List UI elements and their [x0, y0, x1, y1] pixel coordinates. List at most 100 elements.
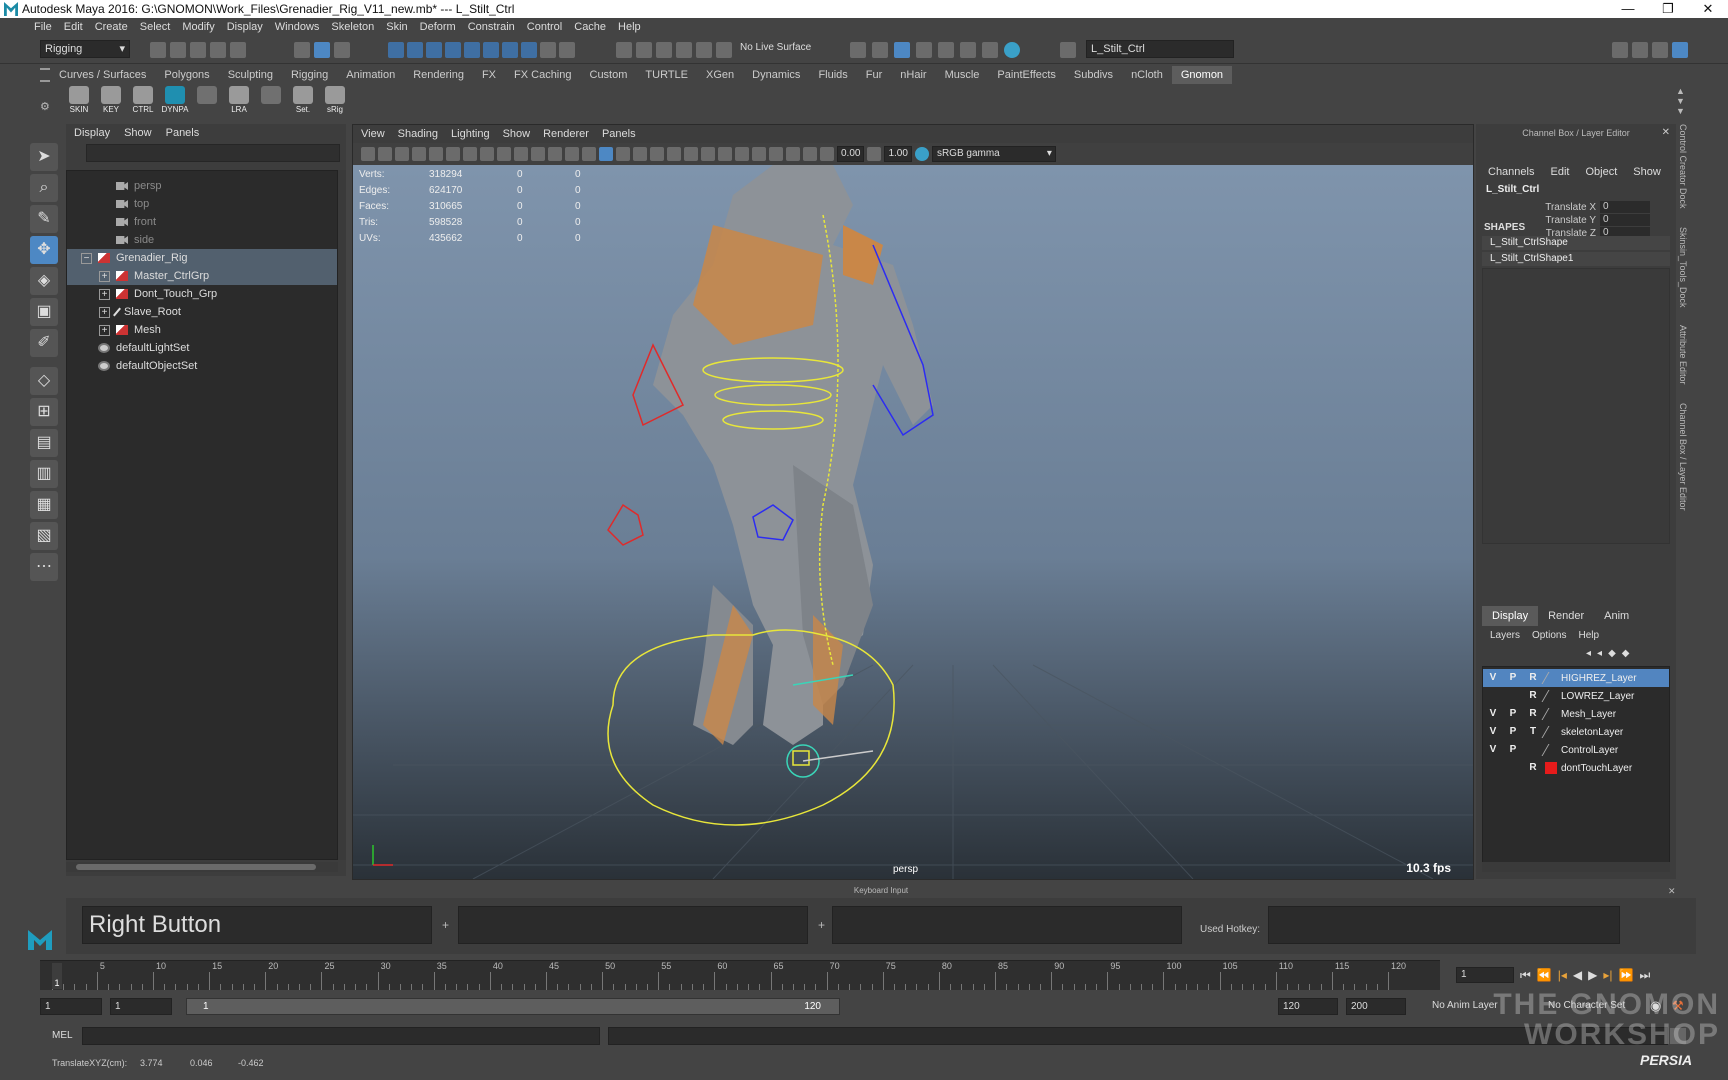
xray-active-icon[interactable] — [803, 147, 817, 161]
show-manipulator-icon[interactable]: ◇ — [30, 367, 58, 395]
outliner-item[interactable]: front — [67, 213, 337, 231]
paint-select-tool-icon[interactable]: ✎ — [30, 205, 58, 233]
outliner-item[interactable]: side — [67, 231, 337, 249]
display-type-toggle[interactable]: R — [1523, 688, 1543, 704]
shelf-button[interactable]: CTRL — [130, 86, 156, 116]
bookmark-icon[interactable] — [395, 147, 409, 161]
visibility-toggle[interactable] — [1483, 688, 1503, 704]
select-tool-icon[interactable]: ➤ — [30, 143, 58, 171]
shelf-tab-fx-caching[interactable]: FX Caching — [505, 66, 580, 84]
layer-color-swatch[interactable] — [1541, 690, 1561, 702]
shelf-button[interactable]: sRig — [322, 86, 348, 116]
go-to-start-icon[interactable]: ⏮ — [1520, 968, 1531, 983]
shelf-tab-sculpting[interactable]: Sculpting — [219, 66, 282, 84]
playback-toggle[interactable]: P — [1503, 706, 1523, 722]
render-settings-icon[interactable] — [938, 42, 954, 58]
viewport-menu-show[interactable]: Show — [503, 128, 531, 140]
dock-tab[interactable]: Skinsin_Tools_Dock — [1678, 227, 1688, 308]
attribute-value[interactable]: 0 — [1600, 214, 1650, 226]
shelf-tab-gnomon[interactable]: Gnomon — [1171, 66, 1233, 84]
input-line-icon[interactable] — [1060, 42, 1076, 58]
highlight-icon[interactable] — [559, 42, 575, 58]
playback-start-field[interactable]: 1 — [110, 998, 172, 1015]
save-scene-icon[interactable] — [190, 42, 206, 58]
motion-blur-icon[interactable] — [735, 147, 749, 161]
menu-modify[interactable]: Modify — [182, 21, 214, 33]
menu-display[interactable]: Display — [227, 21, 263, 33]
shelf-tab-turtle[interactable]: TURTLE — [636, 66, 697, 84]
outliner-item[interactable]: top — [67, 195, 337, 213]
layer-tab-render[interactable]: Render — [1538, 606, 1594, 626]
view-transform-dropdown[interactable]: sRGB gamma ▾ — [931, 146, 1056, 162]
display-type-toggle[interactable]: R — [1523, 670, 1543, 686]
exposure-icon[interactable] — [820, 147, 834, 161]
snap-point-icon[interactable] — [656, 42, 672, 58]
layer-tab-display[interactable]: Display — [1482, 606, 1539, 626]
channel-menu-object[interactable]: Object — [1585, 166, 1617, 178]
outliner-menu-show[interactable]: Show — [124, 127, 152, 139]
shelf-menu-icon[interactable] — [40, 68, 50, 82]
undo-icon[interactable] — [210, 42, 226, 58]
display-type-toggle[interactable]: T — [1523, 724, 1543, 740]
live-surface-icon[interactable] — [716, 42, 732, 58]
construction-history-icon[interactable] — [850, 42, 866, 58]
mel-input[interactable] — [82, 1027, 600, 1045]
wireframe-icon[interactable] — [582, 147, 596, 161]
hypershade-icon[interactable] — [960, 42, 976, 58]
expand-icon[interactable]: + — [99, 270, 110, 282]
layer-row[interactable]: V P TskeletonLayer — [1483, 723, 1669, 741]
mask-curve-icon[interactable] — [426, 42, 442, 58]
open-scene-icon[interactable] — [170, 42, 186, 58]
menu-skeleton[interactable]: Skeleton — [331, 21, 374, 33]
outliner-item[interactable]: defaultLightSet — [67, 339, 337, 357]
gamma-field[interactable]: 1.00 — [884, 146, 912, 162]
visibility-toggle[interactable]: V — [1483, 724, 1503, 740]
shelf-tab-rigging[interactable]: Rigging — [282, 66, 337, 84]
expand-icon[interactable]: − — [81, 252, 92, 264]
menu-control[interactable]: Control — [527, 21, 562, 33]
xray-joints-icon[interactable] — [650, 147, 664, 161]
attribute-value[interactable]: 0 — [1600, 201, 1650, 213]
mask-handle-icon[interactable] — [388, 42, 404, 58]
render-setup-icon[interactable] — [982, 42, 998, 58]
shelf-options-icon[interactable]: ⚙ — [40, 100, 50, 113]
shadows-icon[interactable] — [701, 147, 715, 161]
layer-row[interactable]: RdontTouchLayer — [1483, 759, 1669, 777]
snap-grid-icon[interactable] — [616, 42, 632, 58]
snap-curve-icon[interactable] — [636, 42, 652, 58]
shelf-tab-painteffects[interactable]: PaintEffects — [988, 66, 1065, 84]
mask-render-icon[interactable] — [502, 42, 518, 58]
shelf-tab-custom[interactable]: Custom — [581, 66, 637, 84]
last-tool-icon[interactable]: ✐ — [30, 329, 58, 357]
shelf-tab-nhair[interactable]: nHair — [891, 66, 935, 84]
move-layer-up-icon[interactable]: ◂ — [1586, 648, 1591, 659]
outliner-vertical-scrollbar[interactable] — [338, 170, 346, 860]
menu-file[interactable]: File — [34, 21, 52, 33]
outliner-menu-display[interactable]: Display — [74, 127, 110, 139]
move-layer-down-icon[interactable]: ◂ — [1597, 648, 1602, 659]
play-forwards-icon[interactable]: ▶ — [1588, 968, 1597, 982]
shelf-tab-muscle[interactable]: Muscle — [936, 66, 989, 84]
safe-title-icon[interactable] — [565, 147, 579, 161]
display-type-toggle[interactable]: R — [1523, 760, 1543, 776]
visibility-toggle[interactable]: V — [1483, 670, 1503, 686]
playback-end-field[interactable]: 120 — [1278, 998, 1338, 1015]
menu-constrain[interactable]: Constrain — [468, 21, 515, 33]
scale-tool-icon[interactable]: ▣ — [30, 298, 58, 326]
depth-of-field-icon[interactable] — [769, 147, 783, 161]
name-field[interactable]: L_Stilt_Ctrl — [1086, 40, 1234, 58]
redo-icon[interactable] — [230, 42, 246, 58]
move-tool-icon[interactable]: ✥ — [30, 236, 58, 264]
menu-skin[interactable]: Skin — [386, 21, 407, 33]
playback-toggle[interactable]: P — [1503, 670, 1523, 686]
channel-attribute[interactable]: Translate X 0 — [1490, 200, 1660, 214]
attribute-editor-toggle-icon[interactable] — [1632, 42, 1648, 58]
viewport-canvas[interactable]: Verts: 318294 0 0 Edges: 624170 0 0 Faces: 310665… — [353, 165, 1473, 879]
playback-toggle[interactable] — [1503, 760, 1523, 776]
layer-menu-options[interactable]: Options — [1532, 630, 1566, 641]
shelf-tab-fx[interactable]: FX — [473, 66, 505, 84]
outliner-horizontal-scrollbar[interactable] — [66, 862, 338, 872]
shelf-tab-subdivs[interactable]: Subdivs — [1065, 66, 1122, 84]
select-object-icon[interactable] — [314, 42, 330, 58]
shelf-tab-fur[interactable]: Fur — [857, 66, 892, 84]
